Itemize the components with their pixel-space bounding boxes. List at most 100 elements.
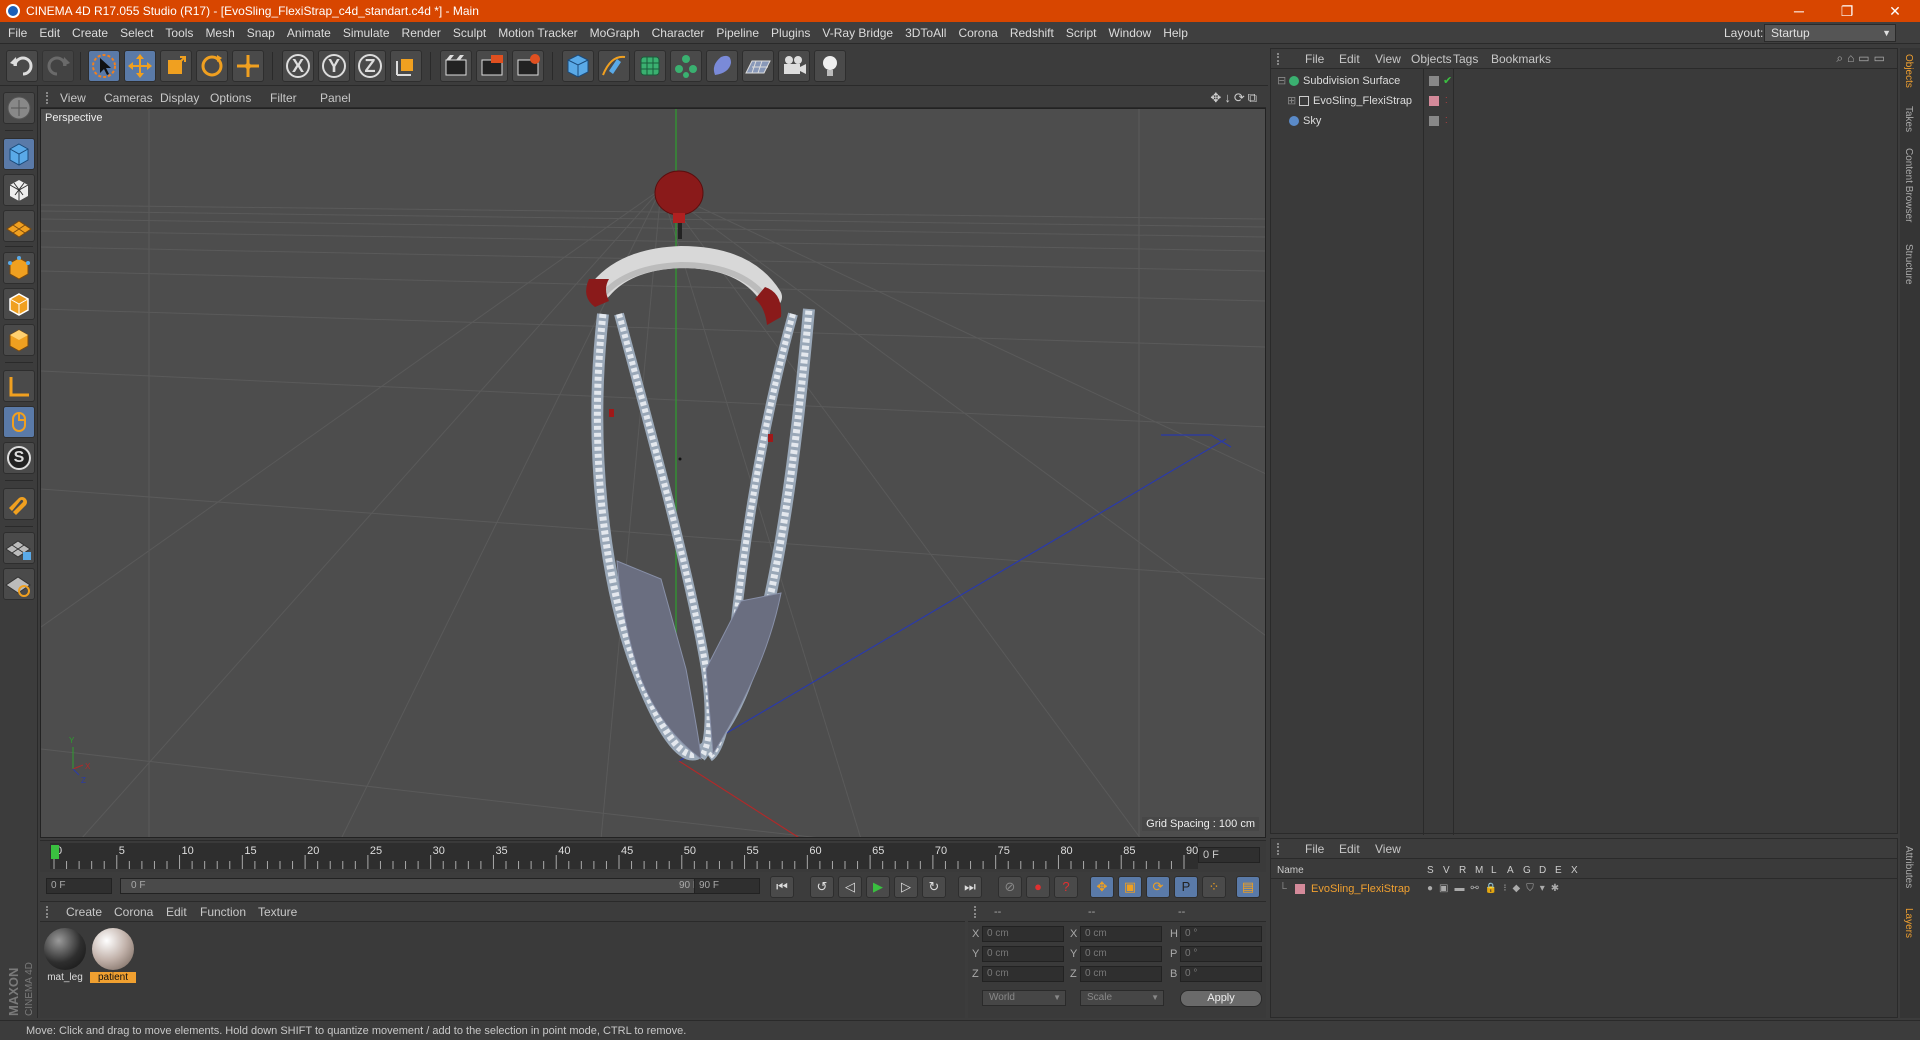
workplane-lock-icon[interactable] bbox=[3, 532, 35, 564]
menu-3dtoall[interactable]: 3DToAll bbox=[899, 22, 952, 44]
end-frame-field[interactable]: 90 F bbox=[694, 878, 760, 894]
material-mat-leg[interactable]: mat_leg bbox=[42, 926, 88, 983]
scale-icon[interactable] bbox=[160, 50, 192, 82]
object-menu-file[interactable]: File bbox=[1305, 49, 1324, 69]
cube-icon[interactable] bbox=[562, 50, 594, 82]
viewport-menu-view[interactable]: View bbox=[60, 88, 86, 108]
redo-icon[interactable] bbox=[42, 50, 74, 82]
render-picture-viewer-icon[interactable] bbox=[476, 50, 508, 82]
light-icon[interactable] bbox=[814, 50, 846, 82]
polygons-mode-icon[interactable] bbox=[3, 324, 35, 356]
go-to-start-icon[interactable]: ⏮ bbox=[770, 876, 794, 898]
layer-row-evosling-flexistrap[interactable]: └ EvoSling_FlexiStrap ●▣▬⚯🔒⁝◆⛉▾✱ bbox=[1271, 879, 1897, 899]
make-editable-icon[interactable] bbox=[3, 92, 35, 124]
layer-color-swatch[interactable] bbox=[1295, 884, 1305, 894]
grid-snap-icon[interactable] bbox=[3, 568, 35, 600]
texture-mode-icon[interactable] bbox=[3, 174, 35, 206]
enabled-check-icon[interactable]: ✔ bbox=[1443, 71, 1452, 91]
frame-range-slider[interactable]: 0 F 90 F bbox=[120, 878, 720, 894]
live-select-icon[interactable] bbox=[232, 50, 264, 82]
perspective-viewport[interactable]: Y X Z Perspective Grid Spacing : 100 cm bbox=[40, 108, 1266, 838]
timeline-window-icon[interactable]: ▤ bbox=[1236, 876, 1260, 898]
menu-sculpt[interactable]: Sculpt bbox=[447, 22, 492, 44]
menu-pipeline[interactable]: Pipeline bbox=[710, 22, 765, 44]
undo-icon[interactable] bbox=[6, 50, 38, 82]
layout-select[interactable]: Startup ▼ bbox=[1764, 24, 1896, 42]
deformer-icon[interactable] bbox=[706, 50, 738, 82]
axis-mode-icon[interactable] bbox=[3, 370, 35, 402]
x-axis-icon[interactable]: X bbox=[282, 50, 314, 82]
layer-menu-edit[interactable]: Edit bbox=[1339, 839, 1360, 859]
material-patient[interactable]: patient bbox=[90, 926, 136, 983]
object-menu-bookmarks[interactable]: Bookmarks bbox=[1491, 49, 1551, 69]
select-arrow-icon[interactable] bbox=[88, 50, 120, 82]
previous-frame-icon[interactable]: ◁ bbox=[838, 876, 862, 898]
size-z-field[interactable]: 0 cm bbox=[1080, 966, 1162, 982]
layer-flag-icons[interactable]: ●▣▬⚯🔒⁝◆⛉▾✱ bbox=[1427, 879, 1565, 899]
visibility-dots-icon[interactable]: ⁚ bbox=[1445, 111, 1448, 131]
autokey-icon[interactable]: ? bbox=[1054, 876, 1078, 898]
record-active-icon[interactable]: ● bbox=[1026, 876, 1050, 898]
tab-attributes[interactable]: Attributes bbox=[1903, 846, 1914, 888]
viewport-menu-display[interactable]: Display bbox=[160, 88, 199, 108]
menu-character[interactable]: Character bbox=[646, 22, 711, 44]
record-keys-disabled-icon[interactable]: ⊘ bbox=[998, 876, 1022, 898]
array-icon[interactable] bbox=[670, 50, 702, 82]
apply-button[interactable]: Apply bbox=[1180, 990, 1262, 1007]
visibility-dots-icon[interactable]: ⁚ bbox=[1445, 91, 1448, 111]
size-y-field[interactable]: 0 cm bbox=[1080, 946, 1162, 962]
layer-tag-icon[interactable] bbox=[1429, 116, 1439, 126]
y-axis-icon[interactable]: Y bbox=[318, 50, 350, 82]
material-menu-corona[interactable]: Corona bbox=[114, 902, 153, 922]
position-x-field[interactable]: 0 cm bbox=[982, 926, 1064, 942]
layer-column-name[interactable]: Name bbox=[1277, 865, 1304, 876]
layer-color-icon[interactable] bbox=[1429, 96, 1439, 106]
menu-animate[interactable]: Animate bbox=[281, 22, 337, 44]
minimize-button[interactable]: ─ bbox=[1776, 0, 1822, 22]
edges-mode-icon[interactable] bbox=[3, 288, 35, 320]
menu-create[interactable]: Create bbox=[66, 22, 114, 44]
model-mode-icon[interactable] bbox=[3, 138, 35, 170]
layer-menu-view[interactable]: View bbox=[1375, 839, 1401, 859]
position-z-field[interactable]: 0 cm bbox=[982, 966, 1064, 982]
tweak-mode-icon[interactable] bbox=[3, 406, 35, 438]
rotation-h-field[interactable]: 0 ° bbox=[1180, 926, 1262, 942]
object-menu-edit[interactable]: Edit bbox=[1339, 49, 1360, 69]
position-y-field[interactable]: 0 cm bbox=[982, 946, 1064, 962]
viewport-menu-cameras[interactable]: Cameras bbox=[104, 88, 153, 108]
material-menu-texture[interactable]: Texture bbox=[258, 902, 297, 922]
coordinate-mode-select[interactable]: World ▼ bbox=[982, 990, 1066, 1006]
tab-takes[interactable]: Takes bbox=[1903, 106, 1914, 132]
playhead[interactable] bbox=[51, 845, 59, 859]
tab-content-browser[interactable]: Content Browser bbox=[1903, 148, 1914, 222]
material-menu-edit[interactable]: Edit bbox=[166, 902, 187, 922]
z-axis-icon[interactable]: Z bbox=[354, 50, 386, 82]
material-menu-function[interactable]: Function bbox=[200, 902, 246, 922]
size-x-field[interactable]: 0 cm bbox=[1080, 926, 1162, 942]
edit-render-settings-icon[interactable] bbox=[512, 50, 544, 82]
menu-script[interactable]: Script bbox=[1060, 22, 1103, 44]
points-mode-icon[interactable] bbox=[3, 252, 35, 284]
menu-help[interactable]: Help bbox=[1157, 22, 1194, 44]
viewport-menu-filter[interactable]: Filter bbox=[270, 88, 297, 108]
menu-render[interactable]: Render bbox=[396, 22, 447, 44]
restore-button[interactable]: ❐ bbox=[1824, 0, 1870, 22]
search-home-icons[interactable]: ⌕⌂▭▭ bbox=[1836, 51, 1889, 66]
rotate-icon[interactable] bbox=[196, 50, 228, 82]
menu-v-ray-bridge[interactable]: V-Ray Bridge bbox=[816, 22, 899, 44]
menu-mesh[interactable]: Mesh bbox=[199, 22, 240, 44]
object-menu-view[interactable]: View bbox=[1375, 49, 1401, 69]
object-row-evosling-flexistrap[interactable]: ⊞ EvoSling_FlexiStrap ⁚ bbox=[1271, 91, 1897, 111]
menu-motion-tracker[interactable]: Motion Tracker bbox=[492, 22, 583, 44]
magnet-icon[interactable] bbox=[3, 488, 35, 520]
menu-select[interactable]: Select bbox=[114, 22, 159, 44]
viewport-menu-panel[interactable]: Panel bbox=[320, 88, 351, 108]
tab-structure[interactable]: Structure bbox=[1903, 244, 1914, 285]
camera-icon[interactable] bbox=[778, 50, 810, 82]
subdivision-icon[interactable] bbox=[634, 50, 666, 82]
menu-file[interactable]: File bbox=[0, 22, 33, 44]
menu-corona[interactable]: Corona bbox=[952, 22, 1003, 44]
viewport-navigation-icons[interactable]: ✥↓⟳⧉ bbox=[1210, 90, 1260, 106]
key-scale-icon[interactable]: ▣ bbox=[1118, 876, 1142, 898]
viewport-menu-options[interactable]: Options bbox=[210, 88, 251, 108]
